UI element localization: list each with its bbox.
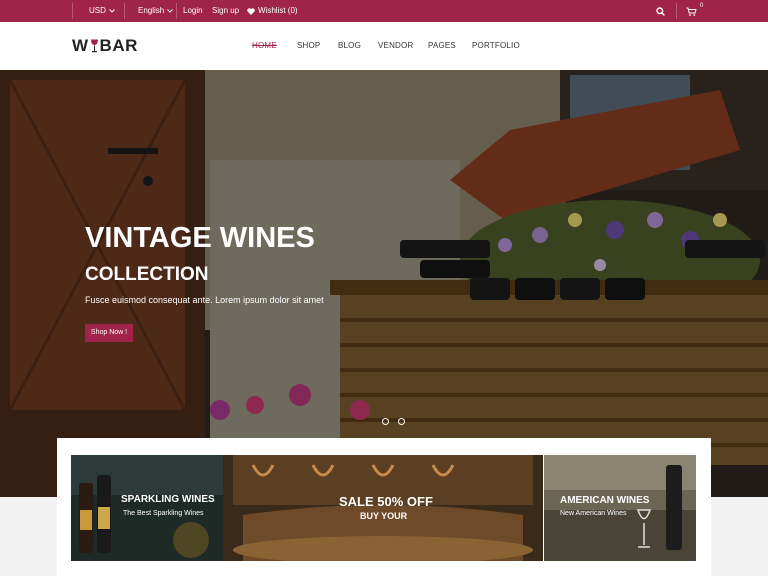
banner-american[interactable] bbox=[544, 455, 696, 561]
hero-subtitle: COLLECTION bbox=[85, 264, 209, 285]
banner-title: SPARKLING WINES bbox=[121, 494, 215, 505]
search-icon bbox=[656, 6, 665, 16]
shop-now-button[interactable]: Shop Now ! bbox=[85, 324, 133, 342]
divider bbox=[176, 3, 177, 19]
slider-dot[interactable] bbox=[382, 418, 389, 425]
divider bbox=[72, 3, 73, 19]
language-selector[interactable]: English bbox=[138, 0, 174, 22]
language-label: English bbox=[138, 6, 165, 15]
banner-subtitle: The Best Sparkling Wines bbox=[123, 510, 204, 517]
heart-icon bbox=[247, 7, 255, 15]
banner-sparkling[interactable] bbox=[71, 455, 223, 561]
divider bbox=[124, 3, 125, 19]
site-logo[interactable]: W BAR bbox=[72, 36, 138, 56]
nav-portfolio[interactable]: PORTFOLIO bbox=[472, 41, 520, 50]
login-label: Login bbox=[183, 6, 203, 15]
top-bar: USD English Login Sign up Wishlist (0) 0 bbox=[0, 0, 768, 22]
nav-vendor[interactable]: VENDOR bbox=[378, 41, 413, 50]
nav-home[interactable]: HOME bbox=[252, 41, 277, 50]
hero-title: VINTAGE WINES bbox=[85, 222, 315, 254]
wishlist-label: Wishlist (0) bbox=[258, 6, 298, 15]
logo-text-end: BAR bbox=[99, 36, 138, 55]
logo-text-start: W bbox=[72, 36, 89, 55]
search-button[interactable] bbox=[656, 0, 665, 22]
banner-title: AMERICAN WINES bbox=[560, 495, 650, 506]
cart-count-badge: 0 bbox=[700, 3, 704, 9]
cart-icon bbox=[686, 7, 697, 16]
signup-label: Sign up bbox=[212, 6, 240, 15]
cart-button[interactable]: 0 bbox=[686, 0, 703, 22]
wishlist-link[interactable]: Wishlist (0) bbox=[247, 0, 298, 22]
wine-glass-icon bbox=[90, 39, 98, 53]
banner-subtitle: BUY YOUR bbox=[360, 511, 408, 521]
nav-shop[interactable]: SHOP bbox=[297, 41, 320, 50]
banner-title: SALE 50% OFF bbox=[339, 494, 433, 509]
chevron-down-icon bbox=[109, 9, 115, 13]
banner-image bbox=[544, 455, 696, 561]
login-link[interactable]: Login bbox=[183, 0, 203, 22]
nav-pages[interactable]: PAGES bbox=[428, 41, 456, 50]
banner-subtitle: New American Wines bbox=[560, 510, 627, 517]
hero-description: Fusce euismod consequat ante. Lorem ipsu… bbox=[85, 295, 324, 305]
chevron-down-icon bbox=[167, 9, 174, 13]
slider-dot[interactable] bbox=[398, 418, 405, 425]
signup-link[interactable]: Sign up bbox=[212, 0, 239, 22]
currency-label: USD bbox=[89, 6, 106, 15]
currency-selector[interactable]: USD bbox=[89, 0, 115, 22]
banner-image bbox=[71, 455, 223, 561]
divider bbox=[676, 3, 677, 19]
nav-blog[interactable]: BLOG bbox=[338, 41, 361, 50]
